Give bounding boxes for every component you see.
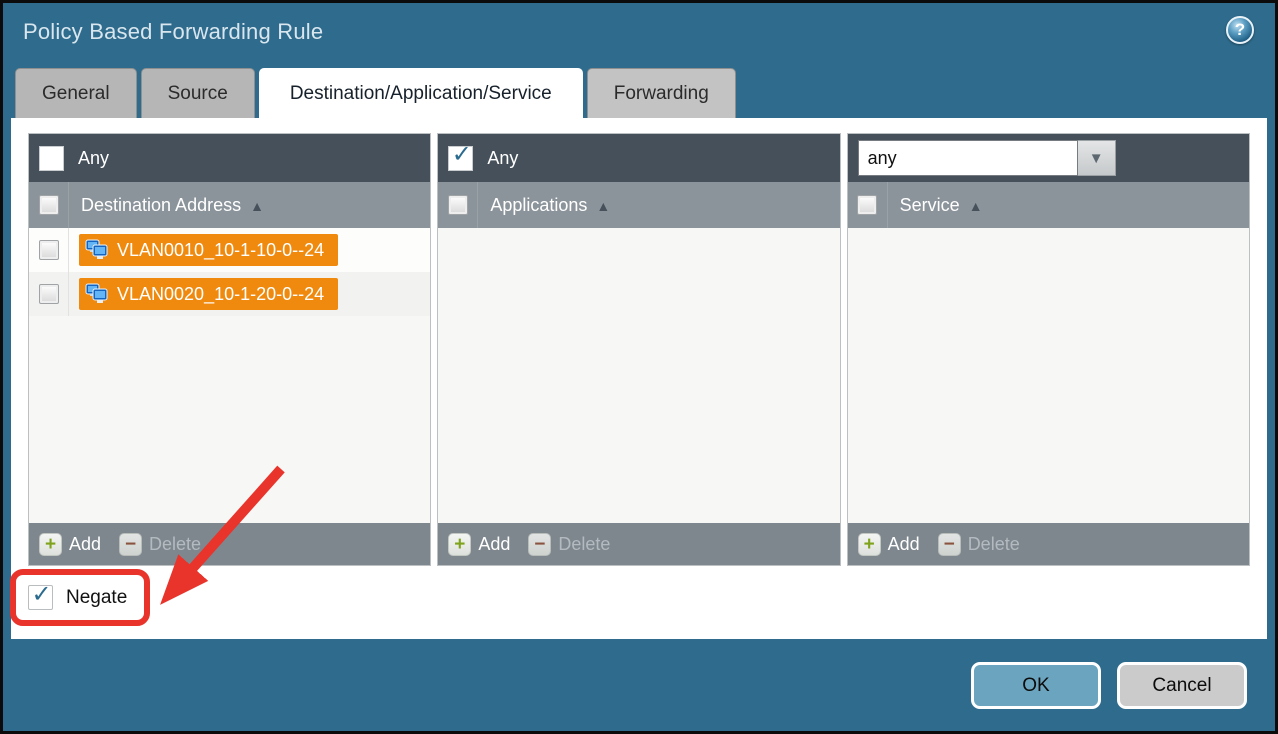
header-checkbox-cell [438, 182, 478, 228]
add-label: Add [69, 534, 101, 555]
destination-any-label: Any [78, 148, 109, 169]
address-object-name: VLAN0010_10-1-10-0--24 [117, 240, 324, 261]
delete-button[interactable]: − Delete [938, 533, 1020, 556]
add-button[interactable]: + Add [39, 533, 101, 556]
row-checkbox-cell [29, 228, 69, 272]
row-checkbox[interactable] [39, 240, 59, 260]
row-checkbox-cell [29, 272, 69, 316]
table-row[interactable]: VLAN0010_10-1-10-0--24 [29, 228, 430, 272]
service-list [848, 228, 1249, 523]
service-column-label[interactable]: Service ▲ [888, 195, 983, 216]
destination-any-bar: Any [29, 134, 430, 182]
delete-button[interactable]: − Delete [528, 533, 610, 556]
negate-annotation-box: ✓ Negate [10, 569, 150, 626]
sort-asc-icon[interactable]: ▲ [250, 198, 264, 214]
ok-button[interactable]: OK [971, 662, 1101, 709]
destination-any-checkbox[interactable] [39, 146, 64, 171]
table-row[interactable]: VLAN0020_10-1-20-0--24 [29, 272, 430, 316]
dropdown-arrow-button[interactable]: ▼ [1078, 140, 1116, 176]
service-dropdown-value[interactable]: any [858, 140, 1078, 176]
question-mark-glyph: ? [1235, 20, 1245, 40]
destination-address-list: VLAN0010_10-1-10-0--24 [29, 228, 430, 523]
network-computers-icon [85, 283, 109, 305]
destination-toolbar: + Add − Delete [29, 523, 430, 565]
service-select-all-checkbox[interactable] [857, 195, 877, 215]
applications-column-label[interactable]: Applications ▲ [478, 195, 610, 216]
destination-column-label[interactable]: Destination Address ▲ [69, 195, 264, 216]
check-icon: ✓ [31, 580, 51, 609]
plus-icon: + [858, 533, 881, 556]
destination-column-header: Destination Address ▲ [29, 182, 430, 228]
applications-any-checkbox[interactable]: ✓ [448, 146, 473, 171]
service-dropdown-bar: any ▼ [848, 134, 1249, 182]
destination-select-all-checkbox[interactable] [39, 195, 59, 215]
cancel-button[interactable]: Cancel [1117, 662, 1247, 709]
network-computers-icon [85, 239, 109, 261]
header-checkbox-cell [848, 182, 888, 228]
add-button[interactable]: + Add [858, 533, 920, 556]
applications-select-all-checkbox[interactable] [448, 195, 468, 215]
delete-label: Delete [149, 534, 201, 555]
delete-label: Delete [968, 534, 1020, 555]
applications-column-header: Applications ▲ [438, 182, 839, 228]
address-object-tag[interactable]: VLAN0020_10-1-20-0--24 [79, 278, 338, 310]
header-checkbox-cell [29, 182, 69, 228]
plus-icon: + [39, 533, 62, 556]
delete-label: Delete [558, 534, 610, 555]
add-button[interactable]: + Add [448, 533, 510, 556]
check-icon: ✓ [452, 143, 472, 167]
add-label: Add [888, 534, 920, 555]
tab-general[interactable]: General [15, 68, 137, 118]
add-label: Add [478, 534, 510, 555]
applications-toolbar: + Add − Delete [438, 523, 839, 565]
plus-icon: + [448, 533, 471, 556]
address-object-name: VLAN0020_10-1-20-0--24 [117, 284, 324, 305]
policy-based-forwarding-rule-dialog: Policy Based Forwarding Rule ? General S… [0, 0, 1278, 734]
service-column-header: Service ▲ [848, 182, 1249, 228]
dialog-footer-buttons: OK Cancel [971, 662, 1247, 709]
minus-icon: − [119, 533, 142, 556]
sort-asc-icon[interactable]: ▲ [969, 198, 983, 214]
column-title: Destination Address [81, 195, 241, 216]
negate-label: Negate [66, 587, 127, 609]
applications-panel: ✓ Any Applications ▲ + [437, 133, 840, 566]
row-checkbox[interactable] [39, 284, 59, 304]
column-title: Applications [490, 195, 587, 216]
chevron-down-icon: ▼ [1089, 150, 1104, 167]
destination-address-panel: Any Destination Address ▲ [28, 133, 431, 566]
sort-asc-icon[interactable]: ▲ [596, 198, 610, 214]
tab-destination-application-service[interactable]: Destination/Application/Service [259, 68, 583, 118]
tab-content-area: Any Destination Address ▲ [11, 118, 1267, 639]
minus-icon: − [938, 533, 961, 556]
tab-bar: General Source Destination/Application/S… [15, 68, 736, 118]
minus-icon: − [528, 533, 551, 556]
applications-any-bar: ✓ Any [438, 134, 839, 182]
help-icon[interactable]: ? [1226, 16, 1254, 44]
service-toolbar: + Add − Delete [848, 523, 1249, 565]
negate-checkbox[interactable]: ✓ [28, 585, 53, 610]
tab-forwarding[interactable]: Forwarding [587, 68, 736, 118]
panels-container: Any Destination Address ▲ [28, 133, 1250, 566]
service-dropdown[interactable]: any ▼ [858, 140, 1116, 176]
tab-source[interactable]: Source [141, 68, 255, 118]
delete-button[interactable]: − Delete [119, 533, 201, 556]
applications-list [438, 228, 839, 523]
column-title: Service [900, 195, 960, 216]
dialog-title: Policy Based Forwarding Rule [23, 19, 323, 45]
applications-any-label: Any [487, 148, 518, 169]
address-object-tag[interactable]: VLAN0010_10-1-10-0--24 [79, 234, 338, 266]
service-panel: any ▼ Service ▲ [847, 133, 1250, 566]
